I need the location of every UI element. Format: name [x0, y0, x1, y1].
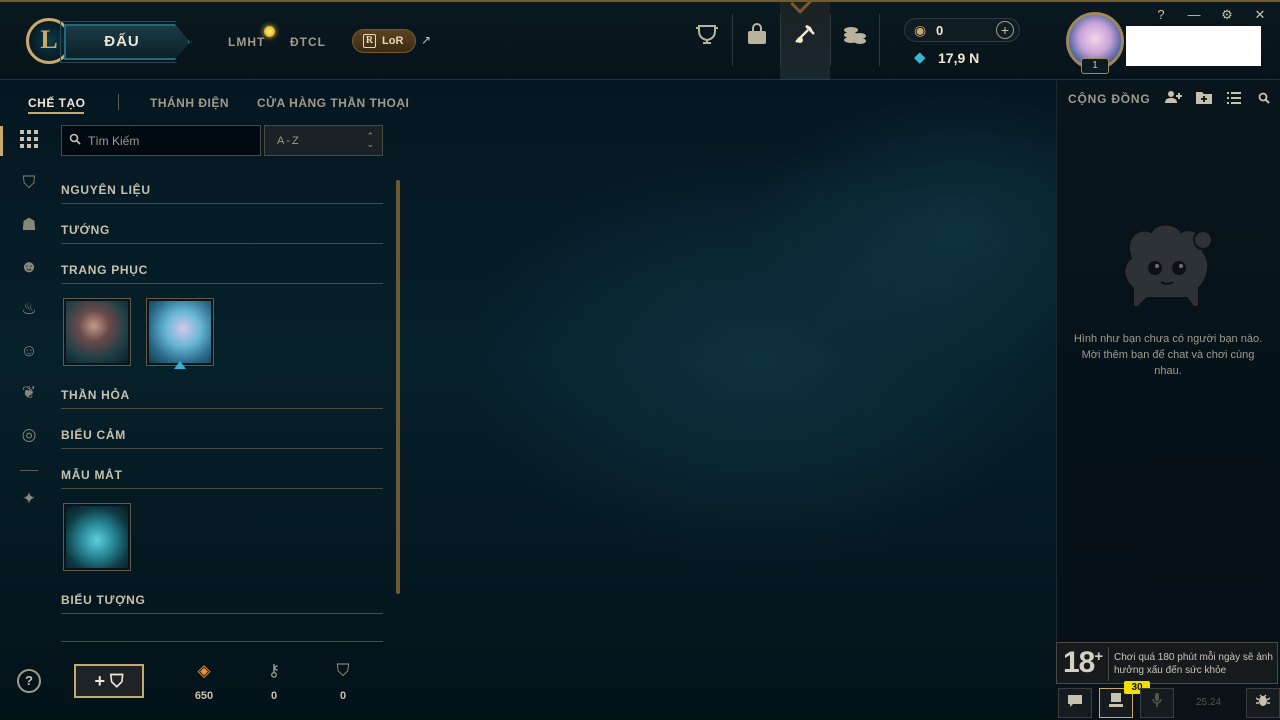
chest-count-icon: ⛉: [336, 661, 350, 680]
misc-spark-icon[interactable]: ✦: [18, 488, 40, 510]
sort-value: A-Z: [277, 135, 301, 147]
add-folder-icon[interactable]: [1194, 90, 1214, 108]
help-button[interactable]: ?: [17, 669, 41, 693]
trophy-icon[interactable]: [689, 22, 725, 58]
client-version: 25.24: [1196, 697, 1222, 708]
social-title: CỘNG ĐỒNG: [1068, 92, 1151, 106]
lor-label: LoR: [382, 35, 404, 47]
orange-essence-value: 650: [194, 690, 214, 702]
sort-arrows-icon: ⌃ ⌄: [366, 131, 374, 149]
age-rating: 18+: [1063, 646, 1103, 680]
bug-report-icon[interactable]: [1246, 688, 1280, 718]
skin-art: [149, 301, 211, 363]
eye-wing-icon[interactable]: ❦: [18, 382, 40, 404]
bottom-separator: [61, 641, 383, 642]
buy-rp-button[interactable]: +: [996, 21, 1014, 39]
profile-icon[interactable]: ◎: [18, 424, 40, 446]
chest-value: 0: [339, 690, 347, 702]
section-champions[interactable]: TƯỚNG: [61, 223, 383, 244]
key-value: 0: [270, 690, 278, 702]
search-friends-icon[interactable]: [1254, 90, 1274, 108]
chat-icon[interactable]: [1058, 688, 1092, 718]
nav-separator: [830, 14, 831, 66]
lor-logo-icon: R: [363, 34, 376, 48]
ward-flame-icon[interactable]: ♨: [18, 298, 40, 320]
skin-mask-icon[interactable]: ☻: [18, 256, 40, 278]
level-badge: 1: [1081, 58, 1109, 74]
skin-item-card[interactable]: [146, 298, 214, 366]
add-friend-icon[interactable]: [1164, 90, 1184, 108]
age-number: 18: [1063, 646, 1095, 679]
external-link-icon: ↗: [421, 33, 432, 47]
nav-separator: [732, 14, 733, 66]
skin-item-card[interactable]: [63, 298, 131, 366]
tab-active-underline: [28, 112, 84, 114]
section-wards[interactable]: THẦN HỎA: [61, 388, 383, 409]
age-warning-text: Chơi quá 180 phút mỗi ngày sẽ ảnh hưởng …: [1114, 652, 1273, 676]
minimize-icon[interactable]: —: [1185, 7, 1203, 23]
tab-separator: [118, 94, 119, 110]
orange-essence-icon: ◈: [197, 661, 211, 680]
lor-launch-button[interactable]: R LoR: [352, 29, 416, 53]
key-icon: ⚷: [267, 661, 281, 680]
list-view-icon[interactable]: [1224, 90, 1244, 108]
microphone-icon[interactable]: [1140, 688, 1174, 718]
section-materials[interactable]: NGUYÊN LIỆU: [61, 183, 383, 204]
chest-icon[interactable]: ⛉: [18, 172, 40, 194]
scrollbar[interactable]: [396, 180, 400, 594]
sort-select[interactable]: A-Z ⌃ ⌄: [264, 125, 383, 156]
blue-essence-icon: ◆: [914, 49, 926, 66]
grid-all-icon[interactable]: [18, 130, 40, 152]
tab-mythic-shop[interactable]: CỬA HÀNG THẦN THOẠI: [257, 96, 409, 110]
help-window-icon[interactable]: ?: [1152, 7, 1170, 23]
close-icon[interactable]: ✕: [1251, 7, 1269, 23]
notification-dot-icon: [264, 26, 275, 37]
crafting-icon[interactable]: [787, 22, 823, 58]
age-rating-notice: 18+ Chơi quá 180 phút mỗi ngày sẽ ảnh hư…: [1056, 642, 1278, 684]
emote-face-icon[interactable]: ☺: [18, 340, 40, 362]
settings-gear-icon[interactable]: ⚙: [1218, 7, 1236, 23]
rarity-marker-icon: [174, 361, 186, 369]
search-box[interactable]: [61, 125, 261, 156]
chest-stat: ⛉ 0: [323, 660, 363, 702]
rp-icon: ◉: [914, 22, 927, 38]
eye-item-card[interactable]: [63, 503, 131, 571]
search-icon: [69, 133, 81, 148]
search-input[interactable]: [88, 132, 253, 150]
game-tab-lmht[interactable]: LMHT: [228, 35, 265, 49]
rail-separator: [20, 470, 38, 471]
rail-active-indicator: [0, 126, 3, 156]
rp-value: 0: [936, 23, 944, 38]
summoner-name-box[interactable]: [1126, 26, 1261, 66]
no-friends-message: Hình như bạn chưa có người bạn nào. Mời …: [1073, 333, 1263, 377]
orange-essence-stat: ◈ 650: [184, 660, 224, 702]
age-plus: +: [1094, 648, 1103, 665]
champion-helmet-icon[interactable]: ☗: [18, 214, 40, 236]
age-separator: [1108, 647, 1109, 681]
section-icons[interactable]: BIỂU TƯỢNG: [61, 593, 383, 614]
section-emotes[interactable]: BIỂU CẢM: [61, 428, 383, 449]
skin-art: [66, 301, 128, 363]
eye-art: [66, 506, 128, 568]
play-button[interactable]: ĐẤU: [64, 24, 190, 60]
nav-separator: [879, 14, 880, 66]
game-tab-dtcl[interactable]: ĐTCL: [290, 35, 326, 49]
tab-crafting[interactable]: CHẾ TẠO: [28, 96, 86, 110]
blue-essence-value: 17,9 N: [938, 50, 980, 66]
store-icon[interactable]: [837, 22, 873, 58]
section-eyes[interactable]: MẪU MẮT: [61, 468, 383, 489]
tab-sanctum[interactable]: THÁNH ĐIỆN: [150, 96, 229, 110]
bag-icon[interactable]: [739, 22, 775, 58]
section-skins[interactable]: TRANG PHỤC: [61, 263, 383, 284]
key-stat: ⚷ 0: [254, 660, 294, 702]
nav-separator: [780, 14, 781, 66]
add-chest-button[interactable]: + ⛉: [74, 664, 144, 698]
poro-icon: [1117, 218, 1215, 310]
